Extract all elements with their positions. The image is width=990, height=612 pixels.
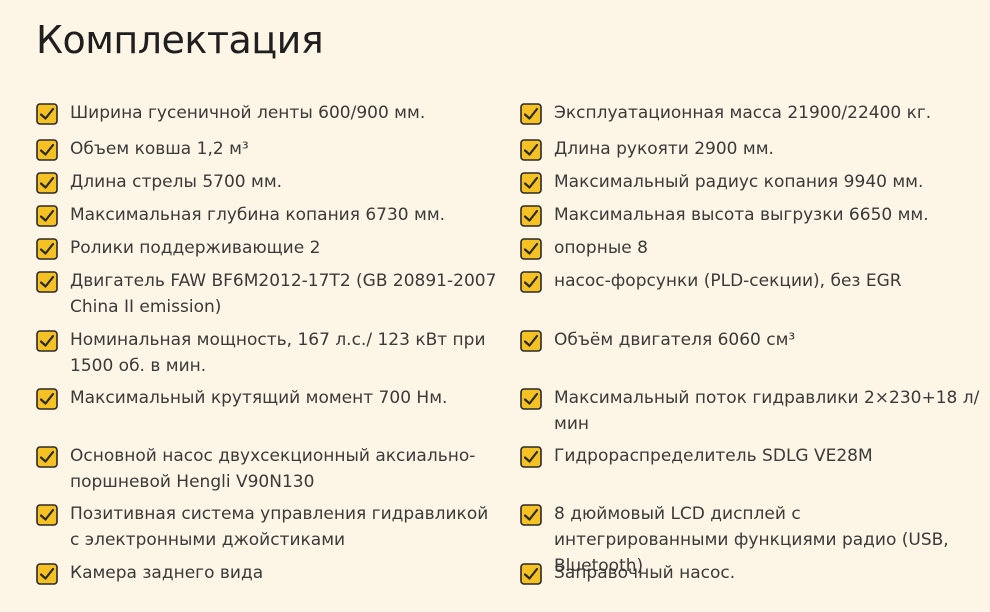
list-item-label: Камера заднего вида	[70, 563, 264, 583]
checkbox-checked-icon	[520, 238, 542, 260]
list-item-label: Объём двигателя 6060 см³	[554, 330, 796, 350]
list-item: Ролики поддерживающие 2	[36, 235, 501, 261]
list-item-label: Основной насос двухсекционный аксиально-…	[70, 446, 476, 492]
list-item-label: Максимальный крутящий момент 700 Нм.	[70, 388, 448, 408]
list-item-label: Максимальная высота выгрузки 6650 мм.	[554, 205, 929, 225]
checkbox-checked-icon	[520, 205, 542, 227]
checkbox-checked-icon	[36, 330, 58, 352]
list-item: Объем ковша 1,2 м³	[36, 136, 501, 162]
list-item: Максимальный радиус копания 9940 мм.	[520, 169, 980, 195]
list-item-label: Ширина гусеничной ленты 600/900 мм.	[70, 103, 426, 123]
list-item-label: Объем ковша 1,2 м³	[70, 139, 249, 159]
list-item-label: насос-форсунки (PLD-секции), без EGR	[554, 271, 902, 291]
list-item-label: Номинальная мощность, 167 л.с./ 123 кВт …	[70, 330, 486, 376]
list-item-label: Длина стрелы 5700 мм.	[70, 172, 283, 192]
list-item: Камера заднего вида	[36, 560, 501, 586]
checkbox-checked-icon	[36, 172, 58, 194]
list-item-label: Эксплуатационная масса 21900/22400 кг.	[554, 103, 932, 123]
checkbox-checked-icon	[520, 388, 542, 410]
list-item: Максимальный поток гидравлики 2×230+18 л…	[520, 385, 980, 437]
checkbox-checked-icon	[36, 205, 58, 227]
checkbox-checked-icon	[520, 172, 542, 194]
list-item: Максимальный крутящий момент 700 Нм.	[36, 385, 501, 411]
list-item: опорные 8	[520, 235, 980, 261]
checkbox-checked-icon	[520, 271, 542, 293]
list-item-label: Длина рукояти 2900 мм.	[554, 139, 774, 159]
checkbox-checked-icon	[520, 139, 542, 161]
list-item-label: Максимальная глубина копания 6730 мм.	[70, 205, 446, 225]
list-item: Двигатель FAW BF6M2012-17T2 (GB 20891-20…	[36, 268, 501, 320]
list-item: Максимальная высота выгрузки 6650 мм.	[520, 202, 980, 228]
checkbox-checked-icon	[520, 446, 542, 468]
list-item: насос-форсунки (PLD-секции), без EGR	[520, 268, 980, 294]
list-item: Гидрораспределитель SDLG VE28M	[520, 443, 980, 469]
list-item: Эксплуатационная масса 21900/22400 кг.	[520, 100, 980, 126]
checkbox-checked-icon	[520, 504, 542, 526]
list-item: Максимальная глубина копания 6730 мм.	[36, 202, 501, 228]
list-item: Позитивная система управления гидравлико…	[36, 501, 501, 553]
list-item-label: Максимальный радиус копания 9940 мм.	[554, 172, 924, 192]
list-item: Основной насос двухсекционный аксиально-…	[36, 443, 501, 495]
list-item-label: Двигатель FAW BF6M2012-17T2 (GB 20891-20…	[70, 271, 497, 317]
checkbox-checked-icon	[520, 103, 542, 125]
list-item: Номинальная мощность, 167 л.с./ 123 кВт …	[36, 327, 501, 379]
list-item-label: Максимальный поток гидравлики 2×230+18 л…	[554, 388, 980, 434]
checkbox-checked-icon	[520, 330, 542, 352]
checkbox-checked-icon	[36, 139, 58, 161]
checkbox-checked-icon	[520, 563, 542, 585]
list-item: Длина стрелы 5700 мм.	[36, 169, 501, 195]
list-item: Ширина гусеничной ленты 600/900 мм.	[36, 100, 501, 126]
page-title: Комплектация	[36, 18, 324, 62]
list-item-label: Заправочный насос.	[554, 563, 736, 583]
list-item-label: Ролики поддерживающие 2	[70, 238, 321, 258]
checkbox-checked-icon	[36, 504, 58, 526]
checkbox-checked-icon	[36, 238, 58, 260]
list-item-label: Гидрораспределитель SDLG VE28M	[554, 446, 873, 466]
list-item: Длина рукояти 2900 мм.	[520, 136, 980, 162]
list-item-label: опорные 8	[554, 238, 648, 258]
checkbox-checked-icon	[36, 271, 58, 293]
checkbox-checked-icon	[36, 563, 58, 585]
list-item: Объём двигателя 6060 см³	[520, 327, 980, 353]
checkbox-checked-icon	[36, 388, 58, 410]
list-item: Заправочный насос.	[520, 560, 980, 586]
checkbox-checked-icon	[36, 446, 58, 468]
checkbox-checked-icon	[36, 103, 58, 125]
list-item-label: Позитивная система управления гидравлико…	[70, 504, 489, 550]
